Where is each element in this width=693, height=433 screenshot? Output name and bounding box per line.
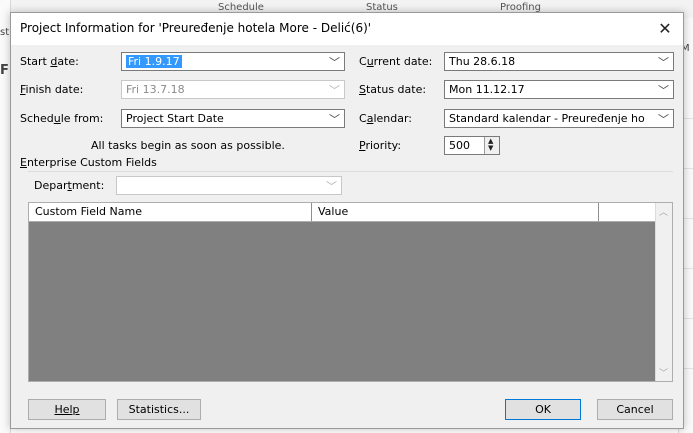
dialog-title: Project Information for 'Preuređenje hot… <box>20 21 372 35</box>
chevron-down-icon: ﹀ <box>326 180 337 193</box>
finish-date-value: Fri 13.7.18 <box>126 83 185 96</box>
chevron-down-icon[interactable]: ﹀ <box>658 82 669 98</box>
scroll-up-icon[interactable]: ︿ <box>659 205 668 218</box>
current-date-combo[interactable]: Thu 28.6.18 ﹀ <box>444 52 674 71</box>
current-date-label: Current date: <box>359 55 433 68</box>
status-date-combo[interactable]: Mon 11.12.17 ﹀ <box>444 80 674 99</box>
schedule-from-combo[interactable]: Project Start Date ﹀ <box>121 109 345 128</box>
priority-spinner[interactable]: 500 ▲ ▼ <box>444 136 500 155</box>
calendar-label: Calendar: <box>359 112 412 125</box>
priority-spin-buttons[interactable]: ▲ ▼ <box>484 137 499 154</box>
grid-vertical-scrollbar[interactable]: ︿ ﹀ <box>655 203 672 381</box>
current-date-value: Thu 28.6.18 <box>449 55 516 68</box>
chevron-down-icon[interactable]: ﹀ <box>658 111 669 127</box>
start-date-label: Start date: <box>20 55 79 68</box>
status-date-value: Mon 11.12.17 <box>449 83 525 96</box>
section-divider <box>28 171 673 172</box>
background-left-f: F <box>0 63 9 78</box>
finish-date-combo: Fri 13.7.18 ﹀ <box>121 80 345 99</box>
calendar-value: Standard kalendar - Preuređenje ho <box>449 112 645 125</box>
project-information-dialog: Project Information for 'Preuređenje hot… <box>10 12 684 429</box>
grid-column-header-name[interactable]: Custom Field Name <box>29 203 312 221</box>
priority-label: Priority: <box>359 139 402 152</box>
grid-column-header-value[interactable]: Value <box>312 203 599 221</box>
chevron-down-icon: ﹀ <box>329 84 340 97</box>
start-date-value: Fri 1.9.17 <box>126 55 182 68</box>
priority-value: 500 <box>449 139 470 152</box>
close-icon[interactable]: ✕ <box>653 17 677 41</box>
finish-date-label: Finish date: <box>20 83 84 96</box>
schedule-note: All tasks begin as soon as possible. <box>91 139 285 152</box>
department-combo: ﹀ <box>116 176 342 195</box>
ok-button[interactable]: OK <box>505 399 581 420</box>
background-left-st: st <box>0 27 10 38</box>
calendar-combo[interactable]: Standard kalendar - Preuređenje ho ﹀ <box>444 109 674 128</box>
statistics-button[interactable]: Statistics... <box>117 399 201 420</box>
spin-down-icon[interactable]: ▼ <box>488 145 493 152</box>
start-date-combo[interactable]: Fri 1.9.17 ﹀ <box>121 52 345 71</box>
dialog-titlebar[interactable]: Project Information for 'Preuređenje hot… <box>11 13 683 45</box>
scroll-down-icon[interactable]: ﹀ <box>659 366 668 379</box>
schedule-from-label: Schedule from: <box>20 112 104 125</box>
cancel-button[interactable]: Cancel <box>597 399 673 420</box>
schedule-from-value: Project Start Date <box>126 112 224 125</box>
grid-header: Custom Field Name Value <box>29 203 657 222</box>
chevron-down-icon[interactable]: ﹀ <box>329 111 340 127</box>
help-button[interactable]: Help <box>28 399 106 420</box>
custom-fields-grid[interactable]: Custom Field Name Value ︿ ﹀ <box>28 202 673 382</box>
enterprise-custom-fields-label: Enterprise Custom Fields <box>20 156 157 169</box>
status-date-label: Status date: <box>359 83 427 96</box>
chevron-down-icon[interactable]: ﹀ <box>658 54 669 70</box>
chevron-down-icon[interactable]: ﹀ <box>329 54 340 70</box>
department-label: Department: <box>34 179 105 192</box>
